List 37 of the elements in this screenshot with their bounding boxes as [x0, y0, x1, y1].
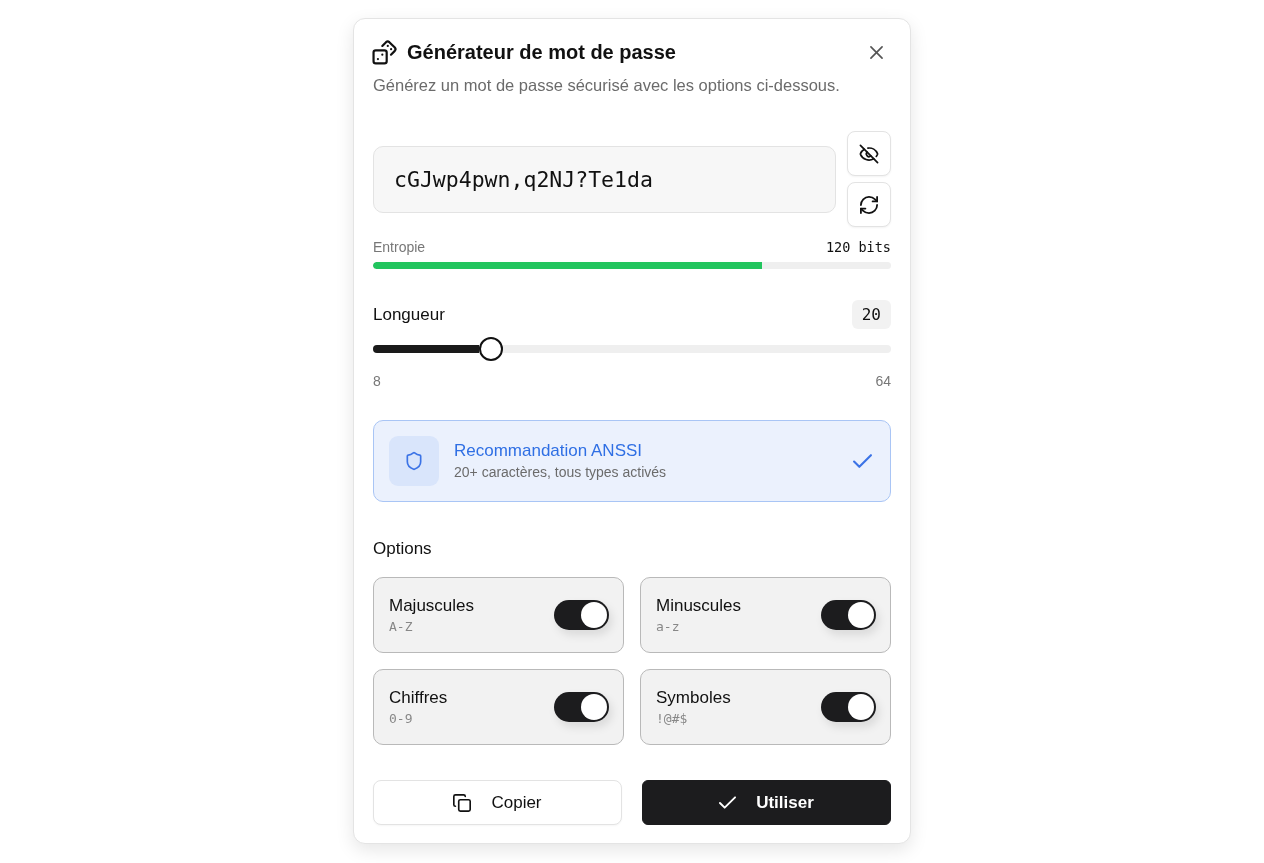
- use-button[interactable]: Utiliser: [642, 780, 891, 825]
- length-max-label: 64: [875, 373, 891, 389]
- option-characters: 0-9: [389, 711, 414, 727]
- shield-icon: [389, 436, 439, 486]
- entropy-reading: 120 bits: [825, 239, 891, 255]
- option-label: Majuscules: [389, 595, 475, 616]
- check-icon: [719, 796, 737, 809]
- check-icon: [853, 454, 872, 468]
- recommendation-description: 20+ caractères, tous types activés: [454, 464, 668, 481]
- length-slider-thumb[interactable]: [478, 337, 503, 361]
- eye-slash-icon: [860, 144, 878, 163]
- password-field[interactable]: cGJwp4pwn,q2NJ?Te1da: [373, 145, 836, 213]
- toggle-switch[interactable]: [554, 600, 609, 630]
- option-label: Chiffres: [389, 687, 448, 708]
- length-value: 20: [851, 300, 891, 329]
- recommendation-title: Recommandation ANSSI: [454, 441, 644, 461]
- toggle-switch[interactable]: [554, 692, 609, 722]
- length-min-label: 8: [373, 373, 381, 389]
- option-label: Minuscules: [656, 595, 742, 616]
- option-characters: A-Z: [389, 619, 414, 635]
- copy-icon: [453, 793, 472, 812]
- option-characters: !@#$: [656, 711, 689, 727]
- dialog-subtitle: Générez un mot de passe sécurisé avec les options ci-dessous.: [373, 75, 841, 95]
- option-label: Symboles: [656, 687, 731, 708]
- dice-icon: [373, 40, 396, 64]
- toggle-switch[interactable]: [821, 692, 876, 722]
- dialog-title: Générateur de mot de passe: [407, 40, 676, 64]
- toggle-switch[interactable]: [821, 600, 876, 630]
- copy-button[interactable]: Copier: [373, 780, 622, 825]
- options-heading: Options: [373, 539, 433, 559]
- option-characters: a-z: [656, 619, 681, 635]
- length-label: Longueur: [373, 304, 445, 325]
- regenerate-button[interactable]: [847, 182, 891, 227]
- entropy-label: Entropie: [373, 239, 426, 255]
- close-icon: [869, 45, 883, 59]
- refresh-icon: [860, 195, 878, 214]
- hide-password-button[interactable]: [847, 131, 891, 176]
